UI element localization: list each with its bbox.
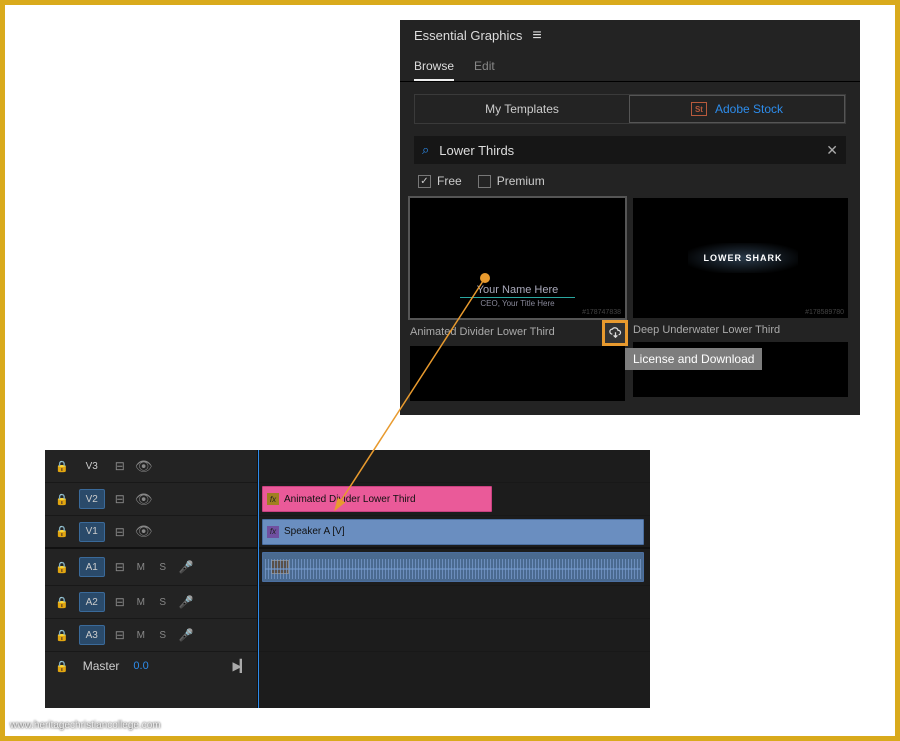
template-thumbnail[interactable]: Your Name Here CEO, Your Title Here #178… — [410, 198, 625, 318]
solo-button[interactable]: S — [157, 630, 169, 641]
filter-row: ✓ Free Premium — [400, 164, 860, 198]
checkbox-checked-icon[interactable]: ✓ — [418, 175, 431, 188]
source-switcher: My Templates St Adobe Stock — [414, 94, 846, 124]
sync-lock-icon[interactable]: ⊟ — [115, 525, 125, 539]
skip-icon[interactable]: ▶▎ — [233, 659, 247, 673]
track-label[interactable]: V3 — [79, 456, 105, 476]
solo-button[interactable]: S — [157, 562, 169, 573]
playhead[interactable] — [258, 450, 259, 708]
track-header: 🔒 V3 ⊟ 👁 🔒 V2 ⊟ 👁 🔒 V1 ⊟ 👁 🔒 A1 ⊟ M S 🎤 … — [45, 450, 258, 708]
sync-lock-icon[interactable]: ⊟ — [115, 628, 125, 642]
stock-id: #178747838 — [582, 309, 621, 316]
essential-graphics-panel: Essential Graphics ≡ Browse Edit My Temp… — [400, 20, 860, 415]
stock-id: #178589780 — [805, 309, 844, 316]
source-my-templates[interactable]: My Templates — [415, 95, 629, 123]
mic-icon[interactable]: 🎤 — [179, 628, 194, 642]
template-thumbnail[interactable]: LOWER SHARK #178589780 — [633, 198, 848, 318]
sync-lock-icon[interactable]: ⊟ — [115, 459, 125, 473]
audio-clip[interactable] — [262, 552, 644, 582]
template-title: Deep Underwater Lower Third — [633, 324, 780, 336]
clear-icon[interactable]: ✕ — [826, 142, 838, 159]
download-button[interactable] — [602, 320, 628, 346]
master-track[interactable]: 🔒 Master 0.0 ▶▎ — [45, 652, 257, 680]
mute-button[interactable]: M — [135, 630, 147, 641]
download-cloud-icon — [608, 326, 623, 341]
sync-lock-icon[interactable]: ⊟ — [115, 595, 125, 609]
lock-icon[interactable]: 🔒 — [55, 460, 69, 473]
mic-icon[interactable]: 🎤 — [179, 560, 194, 574]
fx-badge-icon: fx — [267, 493, 279, 505]
clip-label: Speaker A [V] — [284, 526, 345, 537]
eye-icon[interactable]: 👁 — [135, 458, 153, 475]
track-header-row[interactable]: 🔒 A1 ⊟ M S 🎤 — [45, 549, 257, 586]
track-label[interactable]: V1 — [79, 522, 105, 542]
filter-premium[interactable]: Premium — [478, 174, 545, 188]
track-header-row[interactable]: 🔒 A2 ⊟ M S 🎤 — [45, 586, 257, 619]
lock-icon[interactable]: 🔒 — [55, 596, 69, 609]
track-header-row[interactable]: 🔒 A3 ⊟ M S 🎤 — [45, 619, 257, 652]
track-label[interactable]: V2 — [79, 489, 105, 509]
graphics-clip[interactable]: fx Animated Divider Lower Third — [262, 486, 492, 512]
search-icon: ⌕ — [422, 142, 429, 158]
tab-browse[interactable]: Browse — [414, 59, 454, 81]
filter-free[interactable]: ✓ Free — [418, 174, 462, 188]
template-title: Animated Divider Lower Third — [410, 326, 555, 338]
mute-button[interactable]: M — [135, 597, 147, 608]
solo-button[interactable]: S — [157, 597, 169, 608]
source-stock-label: Adobe Stock — [715, 102, 783, 116]
tab-edit[interactable]: Edit — [474, 59, 495, 81]
video-clip[interactable]: fx Speaker A [V] — [262, 519, 644, 545]
eye-icon[interactable]: 👁 — [135, 523, 153, 540]
lock-icon[interactable]: 🔒 — [55, 660, 69, 673]
lock-icon[interactable]: 🔒 — [55, 525, 69, 538]
track-header-row[interactable]: 🔒 V3 ⊟ 👁 — [45, 450, 257, 483]
watermark: www.heritagechristiancollege.com — [10, 720, 161, 731]
checkbox-unchecked-icon[interactable] — [478, 175, 491, 188]
search-bar[interactable]: ⌕ Lower Thirds ✕ — [414, 136, 846, 164]
master-value[interactable]: 0.0 — [133, 660, 148, 672]
master-label: Master — [83, 659, 120, 673]
panel-title: Essential Graphics — [414, 28, 522, 43]
thumbnail-text: Your Name Here — [410, 284, 625, 296]
track-label[interactable]: A3 — [79, 625, 105, 645]
template-thumbnail[interactable] — [410, 346, 625, 401]
template-item[interactable]: LOWER SHARK #178589780 Deep Underwater L… — [633, 198, 848, 401]
fx-badge-icon: fx — [267, 526, 279, 538]
thumbnail-text: LOWER SHARK — [688, 243, 798, 273]
lock-icon[interactable]: 🔒 — [55, 561, 69, 574]
clip-label: Animated Divider Lower Third — [284, 494, 416, 505]
track-header-row[interactable]: 🔒 V2 ⊟ 👁 — [45, 483, 257, 516]
lock-icon[interactable]: 🔒 — [55, 493, 69, 506]
thumbnail-subtext: CEO, Your Title Here — [410, 299, 625, 308]
tooltip: License and Download — [625, 348, 762, 370]
sync-lock-icon[interactable]: ⊟ — [115, 492, 125, 506]
lock-icon[interactable]: 🔒 — [55, 629, 69, 642]
stock-badge-icon: St — [691, 102, 707, 116]
track-header-row[interactable]: 🔒 V1 ⊟ 👁 — [45, 516, 257, 549]
mute-button[interactable]: M — [135, 562, 147, 573]
search-input[interactable]: Lower Thirds — [439, 143, 826, 158]
template-grid: Your Name Here CEO, Your Title Here #178… — [400, 198, 860, 401]
source-adobe-stock[interactable]: St Adobe Stock — [629, 95, 845, 123]
timeline-content[interactable]: fx Animated Divider Lower Third fx Speak… — [258, 450, 650, 708]
track-label[interactable]: A1 — [79, 557, 105, 577]
waveform — [265, 559, 641, 579]
eye-icon[interactable]: 👁 — [135, 491, 153, 508]
sync-lock-icon[interactable]: ⊟ — [115, 560, 125, 574]
panel-menu-icon[interactable]: ≡ — [532, 31, 541, 41]
mic-icon[interactable]: 🎤 — [179, 595, 194, 609]
track-label[interactable]: A2 — [79, 592, 105, 612]
timeline-panel: 🔒 V3 ⊟ 👁 🔒 V2 ⊟ 👁 🔒 V1 ⊟ 👁 🔒 A1 ⊟ M S 🎤 … — [45, 450, 650, 708]
panel-header: Essential Graphics ≡ — [400, 20, 860, 51]
template-item[interactable]: Your Name Here CEO, Your Title Here #178… — [410, 198, 625, 401]
